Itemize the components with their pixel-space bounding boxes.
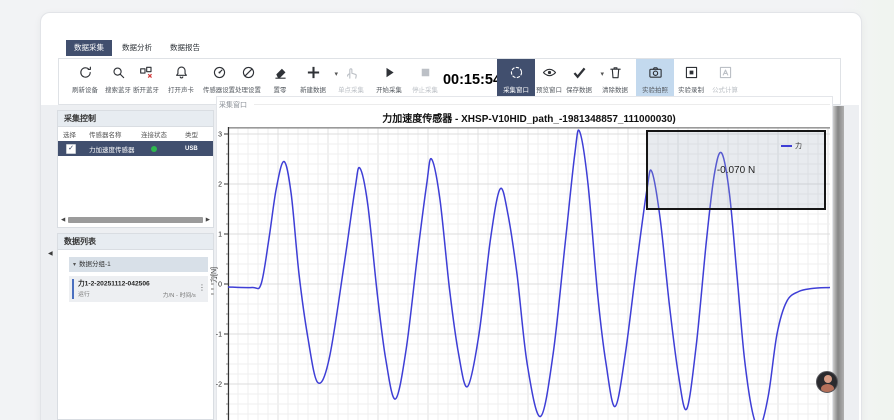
scroll-left-icon[interactable]: ◀: [61, 216, 65, 224]
data-list-panel: 数据列表 ▾数据分组-1 力1-2-20251112-042506 运行 力/N…: [57, 233, 214, 420]
toolbar-button-formula-calc: 公式计算: [703, 65, 747, 95]
tab-data-analysis[interactable]: 数据分析: [114, 40, 160, 56]
experiment-record-icon: [684, 67, 699, 84]
open-soundcard-label: 打开声卡: [161, 85, 201, 94]
chart-title: 力加速度传感器 - XHSP-V10HID_path_-1981348857_1…: [228, 110, 830, 125]
connection-status-dot: [151, 146, 157, 152]
start-capture-icon: [382, 67, 397, 84]
app-screenshot: 数据采集 数据分析 数据报告 00:15:54 刷新设备搜索蓝牙断开蓝牙打开声卡…: [0, 0, 894, 420]
group-name: 数据分组-1: [79, 261, 111, 268]
item-axes-label: 力/N - 时间/s: [163, 290, 196, 299]
legend-series-name: 力: [795, 141, 802, 151]
stop-capture-icon: [418, 67, 433, 84]
new-data-label: 新建数据: [293, 85, 333, 94]
toolbar-button-clear-data[interactable]: 清除数据: [593, 65, 637, 95]
set-zero-icon: [273, 67, 288, 84]
main-tab-bar: 数据采集 数据分析 数据报告: [66, 40, 208, 56]
window-vscrollbar[interactable]: [833, 106, 844, 420]
item-status: 运行: [78, 289, 90, 298]
formula-calc-icon: [718, 67, 733, 84]
chart-panel-separator: [254, 104, 830, 105]
col-sensor-name: 传感器名称: [89, 129, 141, 139]
legend-line-swatch: [781, 145, 792, 147]
new-data-icon: [306, 67, 321, 84]
chart-panel-tab-label[interactable]: 采集窗口: [219, 100, 247, 110]
svg-text:2: 2: [218, 182, 222, 189]
panel-splitter-handle[interactable]: [211, 273, 214, 295]
measurement-readout: -0.070 N: [717, 165, 755, 176]
group-expand-icon[interactable]: ▾: [73, 262, 76, 268]
sensor-table-hscrollbar[interactable]: ◀ ▶: [61, 216, 210, 224]
chart-legend: 力: [781, 141, 802, 151]
sensor-type: USB: [185, 146, 215, 152]
formula-calc-label: 公式计算: [705, 85, 745, 94]
avatar-body: [821, 384, 834, 393]
tab-data-report[interactable]: 数据报告: [162, 40, 208, 56]
clear-data-label: 清除数据: [595, 85, 635, 94]
item-menu-icon[interactable]: ⋮: [198, 283, 206, 292]
sidebar-collapse-icon[interactable]: ◀: [48, 250, 53, 257]
svg-text:1: 1: [218, 232, 222, 239]
process-settings-icon: [241, 67, 256, 84]
single-point-icon: [344, 67, 359, 84]
acquisition-control-title: 采集控制: [58, 111, 213, 127]
col-type: 类型: [185, 129, 215, 139]
capture-window-icon: [509, 67, 524, 84]
toolbar-button-stop-capture: 停止采集: [403, 65, 447, 95]
acquisition-control-panel: 采集控制 选择 传感器名称 连接状态 类型 ✓ 力加速度传感器 USB ◀ ▶: [57, 110, 214, 228]
data-list-item[interactable]: 力1-2-20251112-042506 运行 力/N - 时间/s ⋮: [69, 276, 208, 302]
sensor-checkbox[interactable]: ✓: [66, 144, 76, 154]
sensor-name: 力加速度传感器: [89, 144, 141, 154]
svg-text:-2: -2: [216, 382, 222, 389]
sensor-row[interactable]: ✓ 力加速度传感器 USB: [58, 141, 213, 156]
user-avatar-button[interactable]: [816, 371, 838, 393]
sensor-settings-icon: [212, 67, 227, 84]
tab-data-acquisition[interactable]: 数据采集: [66, 40, 112, 56]
data-list-title: 数据列表: [58, 234, 213, 250]
refresh-device-icon: [78, 67, 93, 84]
svg-text:3: 3: [218, 132, 222, 139]
acquisition-timer: 00:15:54: [441, 72, 503, 88]
save-data-icon: [572, 67, 587, 84]
sensor-table-header: 选择 传感器名称 连接状态 类型: [58, 127, 213, 141]
svg-text:-1: -1: [216, 332, 222, 339]
preview-window-icon: [542, 67, 557, 84]
experiment-photo-icon: [648, 67, 663, 84]
open-soundcard-icon: [174, 67, 189, 84]
avatar-head: [824, 375, 832, 383]
experiment-photo-label: 实验拍照: [638, 85, 673, 94]
item-title: 力1-2-20251112-042506: [78, 279, 150, 289]
single-point-label: 单点采集: [331, 85, 371, 94]
hscroll-thumb[interactable]: [68, 217, 203, 223]
item-accent-bar: [72, 279, 74, 299]
stop-capture-label: 停止采集: [405, 85, 445, 94]
col-select: 选择: [63, 129, 89, 139]
disconnect-bluetooth-icon: [139, 67, 154, 84]
data-group-header[interactable]: ▾数据分组-1: [69, 257, 208, 272]
col-connection-status: 连接状态: [141, 129, 185, 139]
clear-data-icon: [608, 67, 623, 84]
scroll-right-icon[interactable]: ▶: [206, 216, 210, 224]
